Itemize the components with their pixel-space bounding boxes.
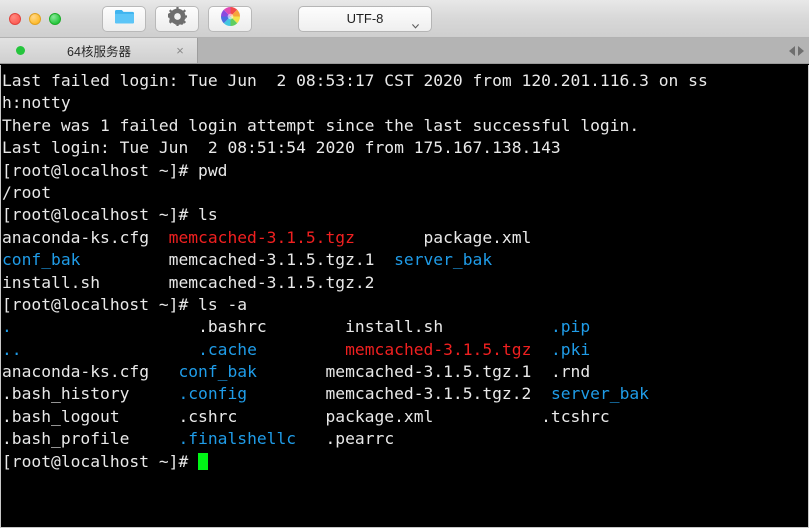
terminal-text: memcached-3.1.5.tgz.2 (247, 384, 551, 404)
color-wheel-icon (220, 6, 240, 31)
terminal-text: [root@localhost ~]# pwd (2, 160, 228, 180)
terminal-line: .bash_history .config memcached-3.1.5.tg… (2, 383, 808, 405)
encoding-value: UTF-8 (346, 11, 384, 26)
folder-icon (114, 8, 135, 30)
terminal-text: .finalshellc (178, 429, 297, 449)
terminal-text: [root@localhost ~]# (2, 451, 199, 471)
terminal-window: UTF-8 64核服务器 × Last failed login: Tue Ju… (0, 0, 809, 528)
terminal-text: Last failed login: Tue Jun 2 08:53:17 CS… (2, 71, 708, 90)
terminal-text: .. (2, 339, 22, 359)
close-window-button[interactable] (9, 12, 21, 25)
traffic-light-group (0, 12, 61, 25)
settings-button[interactable] (155, 5, 199, 32)
close-tab-icon[interactable]: × (173, 44, 187, 58)
terminal-text: .bash_profile (2, 429, 179, 449)
terminal-cursor (198, 452, 208, 470)
chevron-down-icon (412, 17, 419, 29)
terminal-text: server_bak (394, 250, 493, 270)
terminal-line: anaconda-ks.cfg conf_bak memcached-3.1.5… (2, 361, 808, 383)
tab-label: 64核服务器 (67, 45, 131, 59)
connection-status-dot (16, 46, 25, 55)
terminal-text: [root@localhost ~]# ls (2, 205, 218, 225)
terminal-text: Last login: Tue Jun 2 08:51:54 2020 from… (2, 138, 561, 158)
terminal-line: . .bashrc install.sh .pip (2, 316, 808, 338)
terminal-text: memcached-3.1.5.tgz (168, 227, 355, 247)
terminal-text: conf_bak (2, 250, 81, 270)
terminal-text: .config (178, 384, 248, 404)
tab-prev-icon[interactable] (789, 45, 795, 56)
gear-icon (166, 6, 187, 31)
terminal-text: server_bak (550, 384, 649, 404)
terminal-line: [root@localhost ~]# ls -a (2, 294, 808, 316)
terminal-line: .bash_logout .cshrc package.xml .tcshrc (2, 406, 808, 428)
terminal-line: .. .cache memcached-3.1.5.tgz .pki (2, 339, 808, 361)
terminal-text: .bash_logout .cshrc package.xml .tcshrc (2, 406, 610, 426)
encoding-dropdown[interactable]: UTF-8 (298, 5, 432, 32)
terminal-line: Last login: Tue Jun 2 08:51:54 2020 from… (2, 137, 808, 159)
terminal-line: Last failed login: Tue Jun 2 08:53:17 CS… (2, 70, 808, 92)
terminal-text: There was 1 failed login attempt since t… (2, 115, 640, 135)
tab-bar: 64核服务器 × (0, 38, 809, 64)
terminal-text: memcached-3.1.5.tgz.1 (80, 250, 395, 270)
terminal-text: .bash_history (2, 384, 179, 404)
terminal-line: [root@localhost ~]# pwd (2, 160, 808, 182)
tab-navigation (789, 38, 804, 63)
terminal-line: /root (2, 182, 808, 204)
terminal-line: [root@localhost ~]# ls (2, 204, 808, 226)
tab-next-icon[interactable] (798, 45, 804, 56)
terminal-text: .pki (550, 339, 591, 359)
terminal-line: [root@localhost ~]# (2, 451, 808, 473)
titlebar: UTF-8 (0, 0, 809, 38)
terminal-pane[interactable]: Last failed login: Tue Jun 2 08:53:17 CS… (0, 65, 809, 528)
terminal-line: There was 1 failed login attempt since t… (2, 115, 808, 137)
terminal-line: conf_bak memcached-3.1.5.tgz.1 server_ba… (2, 249, 808, 271)
file-manager-button[interactable] (102, 5, 146, 32)
toolbar (102, 5, 252, 32)
minimize-window-button[interactable] (29, 12, 41, 25)
terminal-text: .bashrc install.sh (198, 317, 551, 337)
terminal-text: . (2, 317, 12, 337)
terminal-text: conf_bak (178, 362, 257, 382)
terminal-screen: Last failed login: Tue Jun 2 08:53:17 CS… (2, 70, 808, 473)
terminal-text: .pip (550, 317, 591, 337)
terminal-text: .cache (198, 339, 257, 359)
terminal-text: anaconda-ks.cfg (2, 362, 179, 382)
maximize-window-button[interactable] (49, 12, 61, 25)
terminal-text: h:notty (2, 93, 71, 113)
terminal-line: install.sh memcached-3.1.5.tgz.2 (2, 272, 808, 294)
terminal-text: [root@localhost ~]# ls -a (2, 294, 248, 314)
terminal-line: .bash_profile .finalshellc .pearrc (2, 428, 808, 450)
terminal-line: h:notty (2, 92, 808, 114)
terminal-text: memcached-3.1.5.tgz.1 .rnd (256, 362, 591, 382)
terminal-text: anaconda-ks.cfg (2, 227, 169, 247)
terminal-line: anaconda-ks.cfg memcached-3.1.5.tgz pack… (2, 227, 808, 249)
tab-64-core-server[interactable]: 64核服务器 × (0, 38, 198, 63)
terminal-text: .pearrc (296, 429, 395, 449)
terminal-text: /root (2, 182, 52, 202)
terminal-text: package.xml (354, 227, 532, 247)
terminal-text: memcached-3.1.5.tgz (345, 339, 532, 359)
appearance-button[interactable] (208, 5, 252, 32)
terminal-text: install.sh memcached-3.1.5.tgz.2 (2, 272, 375, 292)
